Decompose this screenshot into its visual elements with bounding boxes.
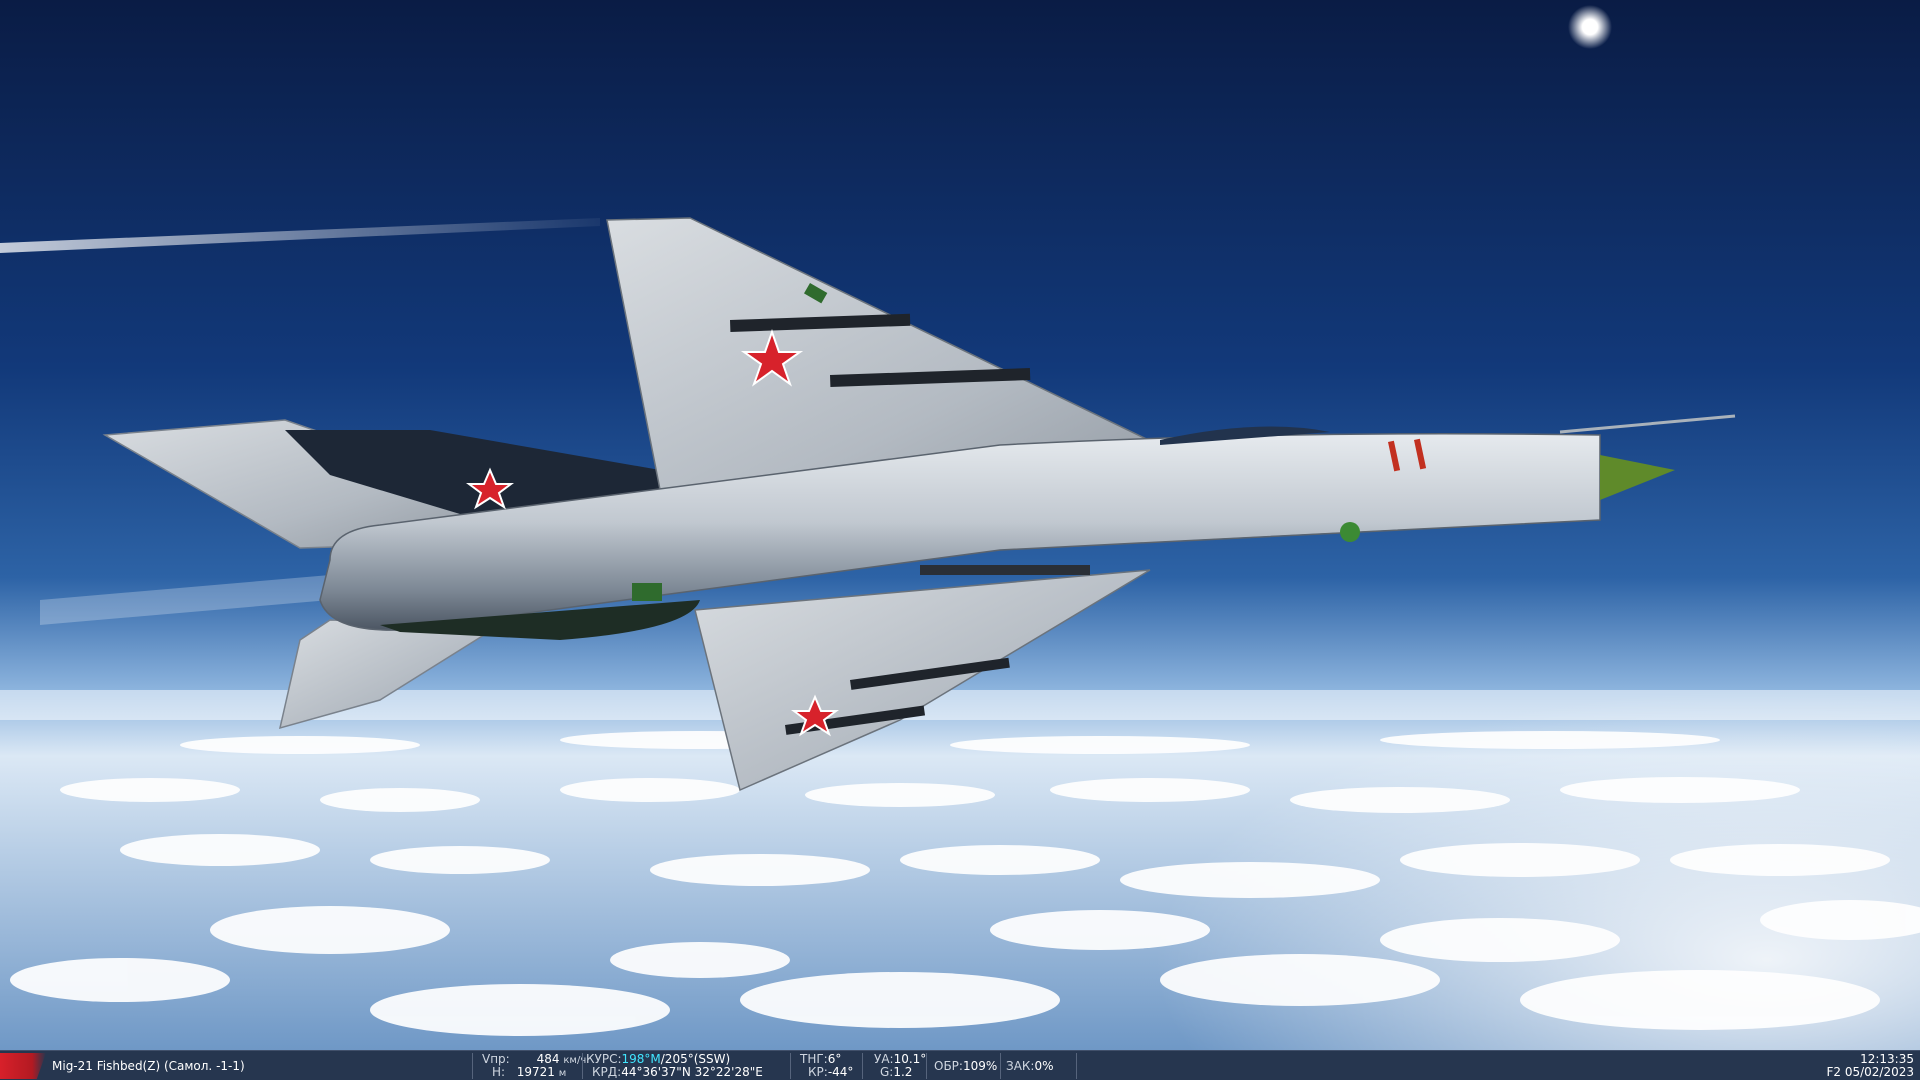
- unit-name: Mig-21 Fishbed(Z) (Самол. -1-1): [52, 1059, 245, 1073]
- panel-2: [1340, 522, 1360, 542]
- status-bar: Mig-21 Fishbed(Z) (Самол. -1-1) Vпр: 484…: [0, 1050, 1920, 1080]
- flaps-block: ЗАК:0%: [1004, 1051, 1074, 1080]
- flaps-label: ЗАК:: [1006, 1059, 1035, 1073]
- altitude-value: 19721: [516, 1065, 555, 1079]
- course-magnetic: 198°M: [621, 1052, 661, 1066]
- separator: [472, 1053, 473, 1079]
- flaps-value: 0%: [1034, 1059, 1054, 1073]
- roll-label: КР:: [808, 1065, 828, 1079]
- sun: [1568, 5, 1612, 49]
- pylon: [920, 565, 1090, 575]
- g-label: G:: [880, 1065, 894, 1079]
- panel: [632, 583, 662, 601]
- altitude-unit: м: [558, 1068, 567, 1079]
- aoa-g-block: УА:10.1° G:1.2: [872, 1051, 932, 1080]
- rpm-block: ОБР:109%: [932, 1051, 1002, 1080]
- separator: [1076, 1053, 1077, 1079]
- course-label: КУРС:: [586, 1052, 622, 1066]
- g-value: 1.2: [893, 1065, 913, 1079]
- coord-label: КРД:: [592, 1065, 622, 1079]
- separator: [790, 1053, 791, 1079]
- separator: [1000, 1053, 1001, 1079]
- pitch-label: ТНГ:: [800, 1052, 828, 1066]
- pitch-value: 6°: [827, 1052, 842, 1066]
- rpm-label: ОБР:: [934, 1059, 963, 1073]
- altitude-label: H:: [492, 1065, 506, 1079]
- time-block: 12:13:35 F2 05/02/2023: [1794, 1051, 1914, 1080]
- coord-value: 44°36'37"N 32°22'28"E: [621, 1065, 763, 1079]
- speed-altitude-block: Vпр: 484 км/ч H: 19721 м: [480, 1051, 586, 1080]
- attitude-block: ТНГ:6° КР:-44°: [798, 1051, 858, 1080]
- game-viewport: [0, 0, 1920, 1050]
- separator: [926, 1053, 927, 1079]
- aoa-value: 10.1°: [893, 1052, 927, 1066]
- roll-value: -44°: [827, 1065, 854, 1079]
- separator: [582, 1053, 583, 1079]
- rpm-value: 109%: [962, 1059, 998, 1073]
- aoa-label: УА:: [874, 1052, 894, 1066]
- speed-label: Vпр:: [482, 1052, 510, 1066]
- course-true: /205°(SSW): [660, 1052, 731, 1066]
- course-coord-block: КУРС:198°M/205°(SSW) КРД:44°36'37"N 32°2…: [586, 1051, 786, 1080]
- view-date: F2 05/02/2023: [1826, 1065, 1914, 1079]
- unit-badge: [0, 1053, 46, 1079]
- separator: [862, 1053, 863, 1079]
